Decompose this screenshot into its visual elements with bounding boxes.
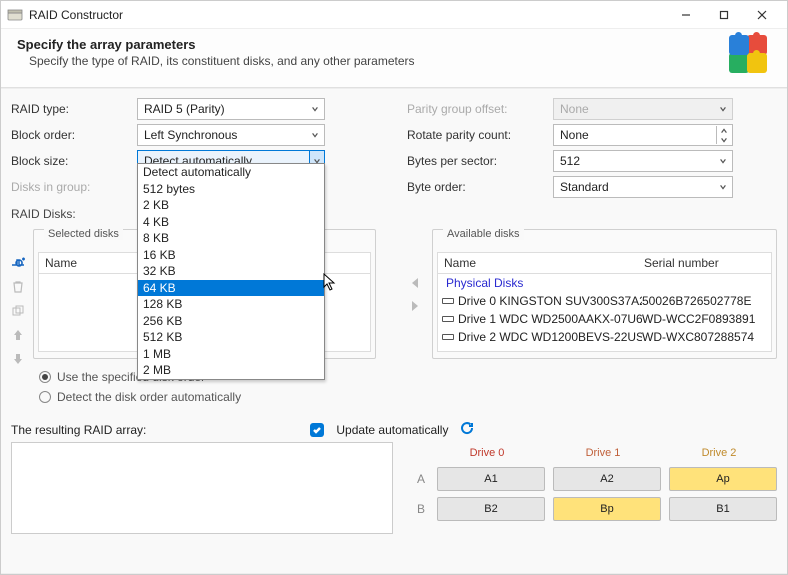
raid-cell: Bp	[553, 497, 661, 521]
drive-header: Drive 0	[429, 447, 545, 459]
drive-header: Drive 1	[545, 447, 661, 459]
titlebar: RAID Constructor	[1, 1, 787, 29]
raid-cell: Ap	[669, 467, 777, 491]
physical-disks-label: Physical Disks	[438, 274, 771, 292]
raid-cell: A1	[437, 467, 545, 491]
refresh-icon[interactable]	[460, 421, 474, 438]
chevron-down-icon	[719, 154, 727, 168]
maximize-button[interactable]	[705, 2, 743, 28]
remove-disk-button[interactable]	[9, 278, 27, 296]
block-order-select[interactable]: Left Synchronous	[137, 124, 325, 146]
minimize-button[interactable]	[667, 2, 705, 28]
raid-layout-table: Drive 0Drive 1Drive 2AA1A2ApBB2BpB1	[413, 442, 777, 534]
raid-type-select[interactable]: RAID 5 (Parity)	[137, 98, 325, 120]
page-body: RAID type: RAID 5 (Parity) Block order: …	[1, 88, 787, 574]
raid-disks-label: RAID Disks:	[11, 207, 777, 221]
byte-order-select[interactable]: Standard	[553, 176, 733, 198]
block-size-option[interactable]: 128 KB	[138, 296, 324, 313]
table-row[interactable]: Drive 1 WDC WD2500AAKX-07U6AA0WD-WCC2F08…	[438, 310, 771, 328]
raid-cell: A2	[553, 467, 661, 491]
move-right-button[interactable]	[407, 298, 423, 317]
bytes-per-sector-label: Bytes per sector:	[407, 154, 553, 168]
block-size-option[interactable]: Detect automatically	[138, 164, 324, 181]
raid-cell: B1	[669, 497, 777, 521]
page-header: Specify the array parameters Specify the…	[1, 29, 787, 88]
puzzle-logo	[729, 35, 771, 77]
close-button[interactable]	[743, 2, 781, 28]
window-title: RAID Constructor	[29, 8, 667, 22]
block-size-dropdown[interactable]: Detect automatically512 bytes2 KB4 KB8 K…	[137, 163, 325, 380]
block-order-label: Block order:	[11, 128, 137, 142]
move-up-button[interactable]	[9, 326, 27, 344]
block-size-option[interactable]: 512 KB	[138, 329, 324, 346]
parity-offset-select: None	[553, 98, 733, 120]
available-disks-group: Available disks Name Serial number Physi…	[432, 229, 777, 359]
chevron-down-icon	[719, 102, 727, 116]
cursor-icon	[323, 273, 337, 294]
block-size-option[interactable]: 32 KB	[138, 263, 324, 280]
chevron-down-icon	[311, 102, 319, 116]
detect-order-radio[interactable]: Detect the disk order automatically	[39, 387, 777, 407]
move-left-button[interactable]	[407, 275, 423, 294]
app-icon	[7, 7, 23, 23]
block-size-option[interactable]: 2 KB	[138, 197, 324, 214]
block-size-option[interactable]: 256 KB	[138, 313, 324, 330]
chevron-down-icon	[719, 180, 727, 194]
move-down-button[interactable]	[9, 350, 27, 368]
selected-disks-toolstrip	[8, 254, 28, 368]
chevron-down-icon	[311, 128, 319, 142]
table-row[interactable]: Drive 0 KINGSTON SUV300S37A240G50026B726…	[438, 292, 771, 310]
resulting-preview-box	[11, 442, 393, 534]
duplicate-disk-button[interactable]	[9, 302, 27, 320]
parity-offset-label: Parity group offset:	[407, 102, 553, 116]
resulting-array-section: The resulting RAID array: Update automat…	[11, 421, 777, 534]
page-subtitle: Specify the type of RAID, its constituen…	[17, 54, 729, 68]
block-size-option[interactable]: 16 KB	[138, 247, 324, 264]
update-auto-label: Update automatically	[336, 423, 448, 437]
block-size-option[interactable]: 8 KB	[138, 230, 324, 247]
transfer-arrows	[407, 275, 423, 317]
raid-type-label: RAID type:	[11, 102, 137, 116]
page-title: Specify the array parameters	[17, 37, 729, 52]
available-disks-grid[interactable]: Physical Disks Drive 0 KINGSTON SUV300S3…	[437, 274, 772, 352]
block-size-label: Block size:	[11, 154, 137, 168]
table-row[interactable]: Drive 2 WDC WD1200BEVS-22UST0WD-WXC80728…	[438, 328, 771, 346]
available-disks-header: Name Serial number	[437, 252, 772, 274]
block-size-option[interactable]: 2 MB	[138, 362, 324, 379]
bytes-per-sector-select[interactable]: 512	[553, 150, 733, 172]
rotate-parity-label: Rotate parity count:	[407, 128, 553, 142]
block-size-option[interactable]: 4 KB	[138, 214, 324, 231]
resulting-label: The resulting RAID array:	[11, 423, 146, 437]
drive-header: Drive 2	[661, 447, 777, 459]
add-disk-button[interactable]	[9, 254, 27, 272]
block-size-option[interactable]: 1 MB	[138, 346, 324, 363]
disks-in-group-label: Disks in group:	[11, 180, 137, 194]
app-window: RAID Constructor Specify the array param…	[0, 0, 788, 575]
spin-buttons[interactable]	[716, 126, 731, 144]
rotate-parity-select[interactable]: None	[553, 124, 733, 146]
byte-order-label: Byte order:	[407, 180, 553, 194]
raid-cell: B2	[437, 497, 545, 521]
update-auto-checkbox[interactable]	[310, 423, 324, 437]
block-size-option[interactable]: 64 KB	[138, 280, 324, 297]
block-size-option[interactable]: 512 bytes	[138, 181, 324, 198]
